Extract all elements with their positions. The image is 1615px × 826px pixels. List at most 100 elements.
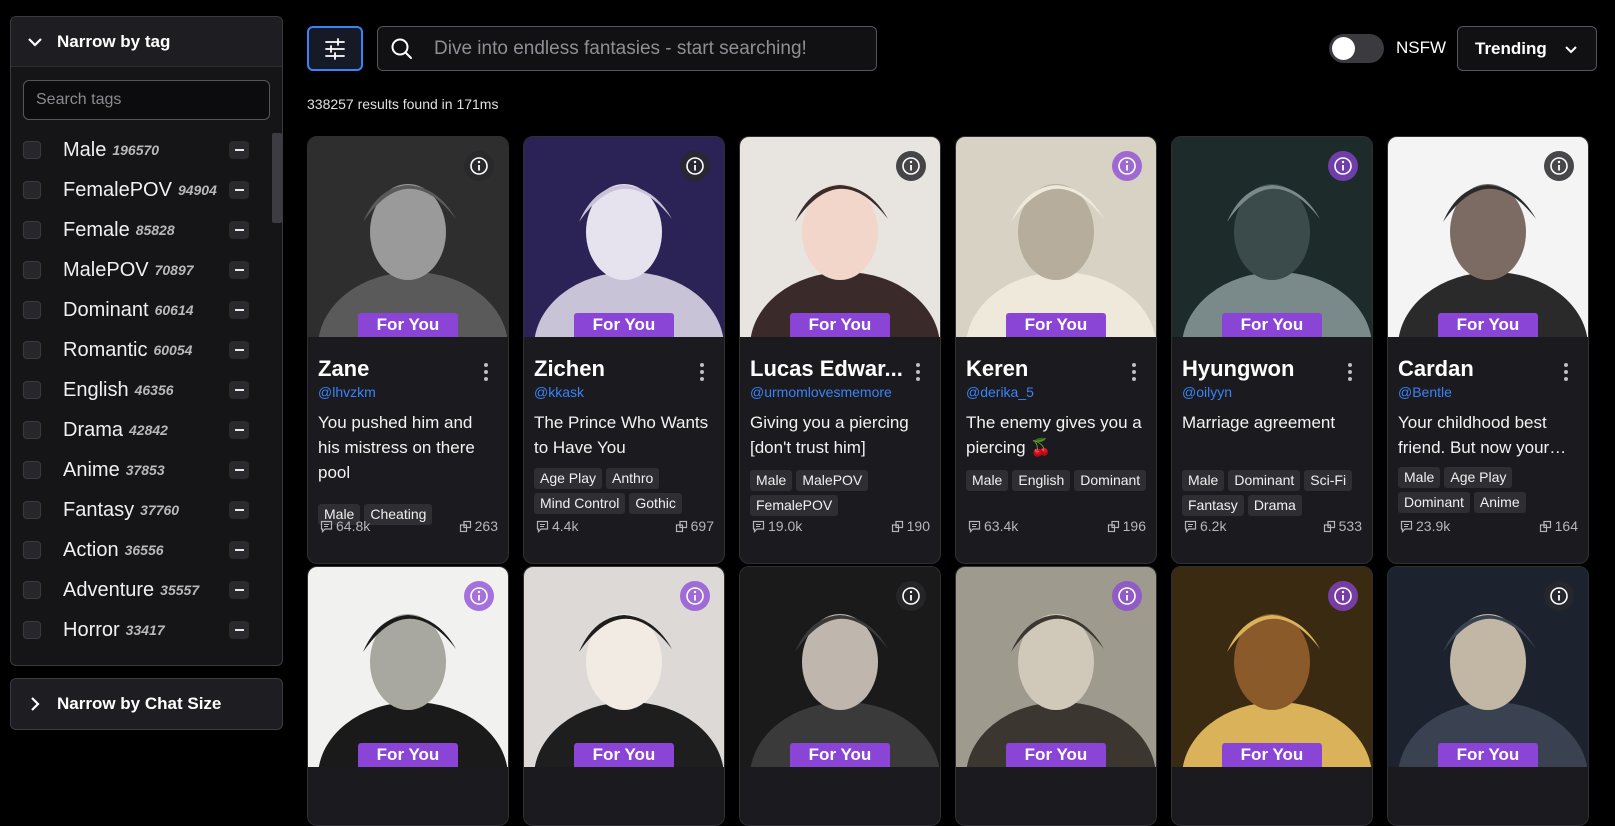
character-name[interactable]: Hyungwon — [1182, 356, 1342, 382]
card-tag[interactable]: Age Play — [534, 468, 603, 489]
chevron-down-icon — [28, 37, 42, 47]
more-options-icon[interactable] — [700, 363, 704, 384]
exclude-tag-button[interactable] — [229, 621, 249, 639]
info-icon[interactable] — [896, 581, 926, 611]
card-tag[interactable]: Anime — [1473, 492, 1526, 513]
info-icon[interactable] — [1544, 581, 1574, 611]
tag-checkbox[interactable] — [23, 501, 41, 519]
card-tag[interactable]: MalePOV — [796, 470, 869, 491]
info-icon[interactable] — [464, 151, 494, 181]
character-name[interactable]: Zane — [318, 356, 478, 382]
creator-handle[interactable]: @lhvzkm — [318, 384, 376, 400]
card-tag[interactable]: Anthro — [606, 468, 660, 489]
tag-search-input[interactable]: Search tags — [23, 80, 270, 120]
character-card[interactable]: For You Keren @derika_5 The enemy gives you… — [955, 136, 1157, 564]
info-icon[interactable] — [680, 151, 710, 181]
tag-checkbox[interactable] — [23, 141, 41, 159]
character-card[interactable]: For You Zichen @kkask The Prince Who Wants … — [523, 136, 725, 564]
character-name[interactable]: Lucas Edwar... — [750, 356, 910, 382]
card-tag[interactable]: Sci-Fi — [1304, 470, 1353, 491]
exclude-tag-button[interactable] — [229, 141, 249, 159]
character-card[interactable]: For You — [1387, 566, 1589, 826]
card-tag[interactable]: English — [1012, 470, 1071, 491]
tag-checkbox[interactable] — [23, 181, 41, 199]
tag-checkbox[interactable] — [23, 341, 41, 359]
info-icon[interactable] — [1112, 581, 1142, 611]
character-name[interactable]: Keren — [966, 356, 1126, 382]
tag-checkbox[interactable] — [23, 461, 41, 479]
creator-handle[interactable]: @derika_5 — [966, 384, 1034, 400]
card-tag[interactable]: Fantasy — [1182, 495, 1244, 516]
exclude-tag-button[interactable] — [229, 461, 249, 479]
tag-checkbox[interactable] — [23, 581, 41, 599]
info-icon[interactable] — [896, 151, 926, 181]
character-card[interactable]: For You Hyungwon @oilyyn Marriage agreement… — [1171, 136, 1373, 564]
tag-panel-header[interactable]: Narrow by tag — [11, 17, 282, 67]
card-tag[interactable]: Male — [750, 470, 793, 491]
creator-handle[interactable]: @oilyyn — [1182, 384, 1232, 400]
card-tag[interactable]: Dominant — [1398, 492, 1470, 513]
search-input[interactable] — [434, 37, 854, 60]
tag-checkbox[interactable] — [23, 301, 41, 319]
exclude-tag-button[interactable] — [229, 341, 249, 359]
tag-checkbox[interactable] — [23, 261, 41, 279]
info-icon[interactable] — [464, 581, 494, 611]
tag-checkbox[interactable] — [23, 221, 41, 239]
character-card[interactable]: For You — [523, 566, 725, 826]
card-tag[interactable]: FemalePOV — [750, 495, 839, 516]
more-options-icon[interactable] — [1132, 363, 1136, 384]
more-options-icon[interactable] — [1348, 363, 1352, 384]
more-options-icon[interactable] — [484, 363, 488, 384]
card-tag[interactable]: Gothic — [629, 493, 682, 514]
card-tag[interactable]: Mind Control — [534, 493, 626, 514]
tag-list-scrollbar[interactable] — [272, 133, 282, 223]
creator-handle[interactable]: @Bentle — [1398, 384, 1452, 400]
more-options-icon[interactable] — [1564, 363, 1568, 384]
card-tag[interactable]: Male — [1182, 470, 1225, 491]
character-card[interactable]: For You Lucas Edwar... @urmomlovesmemore Gi… — [739, 136, 941, 564]
card-tag[interactable]: Dominant — [1228, 470, 1301, 491]
tag-checkbox[interactable] — [23, 621, 41, 639]
info-icon[interactable] — [1112, 151, 1142, 181]
info-icon[interactable] — [1544, 151, 1574, 181]
exclude-tag-button[interactable] — [229, 421, 249, 439]
sort-dropdown[interactable]: Trending — [1457, 26, 1597, 71]
info-icon[interactable] — [680, 581, 710, 611]
exclude-tag-button[interactable] — [229, 221, 249, 239]
character-card[interactable]: For You Zane @lhvzkm You pushed him and his… — [307, 136, 509, 564]
creator-handle[interactable]: @kkask — [534, 384, 584, 400]
card-stats: 23.9k 164 — [1400, 518, 1578, 534]
info-icon[interactable] — [1328, 151, 1358, 181]
card-tags: Male English Dominant — [966, 470, 1152, 491]
character-name[interactable]: Zichen — [534, 356, 694, 382]
results-count: 338257 results found in 171ms — [307, 96, 499, 112]
character-card[interactable]: For You Cardan @Bentle Your childhood best … — [1387, 136, 1589, 564]
card-tag[interactable]: Male — [966, 470, 1009, 491]
character-card[interactable]: For You — [1171, 566, 1373, 826]
exclude-tag-button[interactable] — [229, 261, 249, 279]
tag-checkbox[interactable] — [23, 541, 41, 559]
card-tag[interactable]: Drama — [1247, 495, 1302, 516]
nsfw-toggle[interactable] — [1329, 34, 1384, 63]
exclude-tag-button[interactable] — [229, 301, 249, 319]
exclude-tag-button[interactable] — [229, 501, 249, 519]
more-options-icon[interactable] — [916, 363, 920, 384]
card-tag[interactable]: Male — [1398, 467, 1441, 488]
character-card[interactable]: For You — [739, 566, 941, 826]
creator-handle[interactable]: @urmomlovesmemore — [750, 384, 892, 400]
exclude-tag-button[interactable] — [229, 581, 249, 599]
exclude-tag-button[interactable] — [229, 181, 249, 199]
exclude-tag-button[interactable] — [229, 381, 249, 399]
info-icon[interactable] — [1328, 581, 1358, 611]
filter-toggle-button[interactable] — [307, 26, 363, 71]
card-tag[interactable]: Age Play — [1444, 467, 1513, 488]
tag-checkbox[interactable] — [23, 421, 41, 439]
exclude-tag-button[interactable] — [229, 541, 249, 559]
chat-count: 4.4k — [552, 518, 579, 534]
card-tag[interactable]: Dominant — [1074, 470, 1147, 491]
character-card[interactable]: For You — [955, 566, 1157, 826]
character-card[interactable]: For You — [307, 566, 509, 826]
chat-size-header[interactable]: Narrow by Chat Size — [11, 679, 282, 729]
tag-checkbox[interactable] — [23, 381, 41, 399]
character-name[interactable]: Cardan — [1398, 356, 1558, 382]
